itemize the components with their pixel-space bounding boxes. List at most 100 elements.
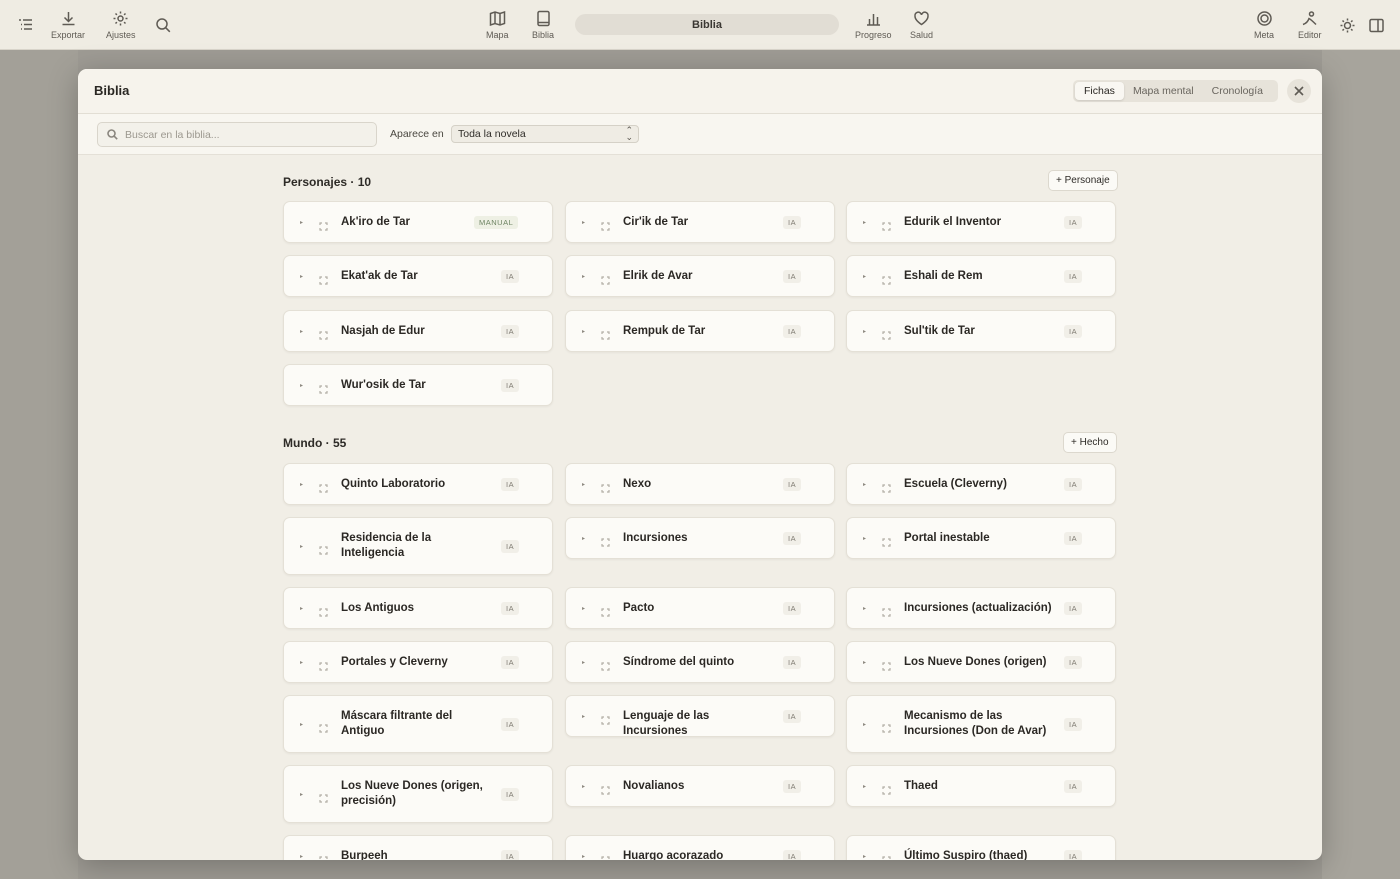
expand-caret-icon[interactable]: ▸ [582,328,585,335]
bible-search-input[interactable] [125,128,365,141]
expand-caret-icon[interactable]: ▸ [582,713,585,720]
search-button[interactable] [155,17,172,39]
bible-card[interactable]: ▸ Eshali de Rem IA [846,255,1116,297]
source-badge: IA [783,325,802,338]
theme-toggle-button[interactable] [1339,17,1356,39]
health-label: Salud [910,30,934,40]
expand-caret-icon[interactable]: ▸ [300,382,303,389]
expand-caret-icon[interactable]: ▸ [863,659,866,666]
source-badge: MANUAL [474,216,519,229]
bible-button[interactable]: Biblia [532,10,554,40]
export-button[interactable]: Exportar [51,10,85,40]
bible-card[interactable]: ▸ Ekat'ak de Tar IA [283,255,553,297]
bible-card[interactable]: ▸ Nexo IA [565,463,835,505]
appears-in-label: Aparece en [390,128,444,140]
expand-caret-icon[interactable]: ▸ [300,853,303,860]
map-button[interactable]: Mapa [486,10,509,40]
bible-card[interactable]: ▸ Burpeeh IA [283,835,553,860]
expand-caret-icon[interactable]: ▸ [582,783,585,790]
card-name: Thaed [904,780,938,792]
background-app-right [1322,50,1400,879]
expand-caret-icon[interactable]: ▸ [300,273,303,280]
sidebar-toggle-button[interactable] [1368,17,1385,39]
bible-card[interactable]: ▸ Rempuk de Tar IA [565,310,835,352]
expand-caret-icon[interactable]: ▸ [863,853,866,860]
expand-caret-icon[interactable]: ▸ [582,605,585,612]
expand-caret-icon[interactable]: ▸ [582,659,585,666]
bible-card[interactable]: ▸ Máscara filtrante del Antiguo IA [283,695,553,753]
bible-card[interactable]: ▸ Edurik el Inventor IA [846,201,1116,243]
bible-card[interactable]: ▸ Lenguaje de las Incursiones IA [565,695,835,737]
bible-card[interactable]: ▸ Wur'osik de Tar IA [283,364,553,406]
bible-card[interactable]: ▸ Quinto Laboratorio IA [283,463,553,505]
expand-caret-icon[interactable]: ▸ [582,219,585,226]
bible-card[interactable]: ▸ Huargo acorazado IA [565,835,835,860]
appears-in-select[interactable]: Toda la novela ⌃ ⌄ [451,125,639,143]
bible-card[interactable]: ▸ Portales y Cleverny IA [283,641,553,683]
bible-card[interactable]: ▸ Síndrome del quinto IA [565,641,835,683]
bible-card[interactable]: ▸ Escuela (Cleverny) IA [846,463,1116,505]
expand-caret-icon[interactable]: ▸ [300,219,303,226]
expand-caret-icon[interactable]: ▸ [863,219,866,226]
image-placeholder-icon [319,381,328,394]
bible-card[interactable]: ▸ Cir'ik de Tar IA [565,201,835,243]
card-name: Residencia de la Inteligencia [341,532,432,559]
bible-card[interactable]: ▸ Sul'tik de Tar IA [846,310,1116,352]
bible-card[interactable]: ▸ Último Suspiro (thaed) IA [846,835,1116,860]
card-name: Incursiones [623,532,688,544]
image-placeholder-icon [601,782,610,795]
current-view-pill[interactable]: Biblia [575,14,839,35]
bible-card[interactable]: ▸ Portal inestable IA [846,517,1116,559]
bible-card[interactable]: ▸ Los Nueve Dones (origen) IA [846,641,1116,683]
close-button[interactable] [1287,79,1311,103]
editor-button[interactable]: Editor [1298,10,1322,40]
expand-caret-icon[interactable]: ▸ [863,605,866,612]
outline-toggle-button[interactable] [17,16,34,38]
bible-card[interactable]: ▸ Los Nueve Dones (origen, precisión) IA [283,765,553,823]
expand-caret-icon[interactable]: ▸ [863,328,866,335]
expand-caret-icon[interactable]: ▸ [582,535,585,542]
expand-caret-icon[interactable]: ▸ [863,721,866,728]
expand-caret-icon[interactable]: ▸ [300,605,303,612]
bible-card[interactable]: ▸ Residencia de la Inteligencia IA [283,517,553,575]
card-name: Escuela (Cleverny) [904,478,1007,490]
expand-caret-icon[interactable]: ▸ [300,543,303,550]
add-fact-button[interactable]: + Hecho [1063,432,1117,453]
bible-card[interactable]: ▸ Thaed IA [846,765,1116,807]
image-placeholder-icon [882,218,891,231]
tab-mind-map[interactable]: Mapa mental [1124,82,1203,100]
expand-caret-icon[interactable]: ▸ [582,273,585,280]
settings-button[interactable]: Ajustes [106,10,136,40]
tab-cards[interactable]: Fichas [1075,82,1124,100]
expand-caret-icon[interactable]: ▸ [863,535,866,542]
bible-card[interactable]: ▸ Mecanismo de las Incursiones (Don de Av… [846,695,1116,753]
source-badge: IA [501,788,520,801]
add-character-button[interactable]: + Personaje [1048,170,1118,191]
health-button[interactable]: Salud [910,10,933,40]
bible-card[interactable]: ▸ Elrik de Avar IA [565,255,835,297]
expand-caret-icon[interactable]: ▸ [863,481,866,488]
expand-caret-icon[interactable]: ▸ [863,783,866,790]
bible-card[interactable]: ▸ Incursiones IA [565,517,835,559]
tab-timeline[interactable]: Cronología [1203,82,1272,100]
expand-caret-icon[interactable]: ▸ [582,853,585,860]
bible-card[interactable]: ▸ Los Antiguos IA [283,587,553,629]
source-badge: IA [1064,270,1083,283]
source-badge: IA [783,216,802,229]
bible-card[interactable]: ▸ Nasjah de Edur IA [283,310,553,352]
expand-caret-icon[interactable]: ▸ [300,659,303,666]
progress-button[interactable]: Progreso [855,10,892,40]
source-badge: IA [783,710,802,723]
expand-caret-icon[interactable]: ▸ [300,791,303,798]
card-name: Los Nueve Dones (origen) [904,656,1047,668]
bible-card[interactable]: ▸ Pacto IA [565,587,835,629]
bible-card[interactable]: ▸ Novalianos IA [565,765,835,807]
expand-caret-icon[interactable]: ▸ [300,481,303,488]
goal-button[interactable]: Meta [1254,10,1274,40]
expand-caret-icon[interactable]: ▸ [300,721,303,728]
expand-caret-icon[interactable]: ▸ [300,328,303,335]
expand-caret-icon[interactable]: ▸ [863,273,866,280]
bible-card[interactable]: ▸ Incursiones (actualización) IA [846,587,1116,629]
bible-card[interactable]: ▸ Ak'iro de Tar MANUAL [283,201,553,243]
expand-caret-icon[interactable]: ▸ [582,481,585,488]
